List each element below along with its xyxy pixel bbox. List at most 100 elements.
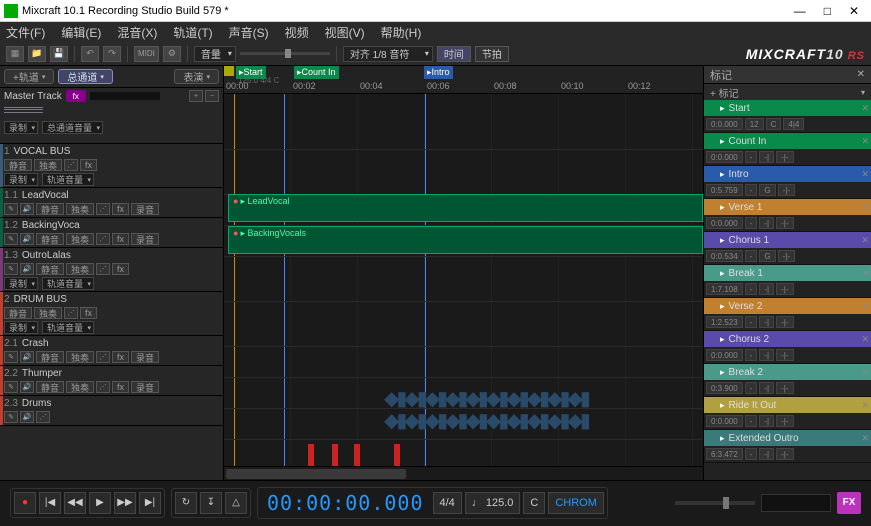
track-edit-icon[interactable]: ✎: [4, 233, 18, 245]
key-field[interactable]: C: [523, 492, 545, 514]
track-mute-button[interactable]: 静音: [4, 159, 32, 171]
marker-field-2[interactable]: C: [766, 118, 782, 130]
clip-leadvocal[interactable]: ●▸ LeadVocal: [228, 194, 703, 222]
marker-field-3[interactable]: -|-: [776, 151, 793, 163]
track-1.1[interactable]: 1.1LeadVocal✎🔊静音独奏⋰fx录音: [0, 188, 223, 218]
track-1[interactable]: 1VOCAL BUS静音独奏⋰fx录制轨道音量: [0, 144, 223, 188]
menu-edit[interactable]: 编辑(E): [61, 24, 101, 41]
track-fx-button[interactable]: fx: [112, 233, 129, 245]
track-solo-button[interactable]: 独奏: [66, 351, 94, 363]
audio-waveform[interactable]: ◆▮◆▮◆▮◆▮◆▮◆▮◆▮◆▮◆▮◆▮: [384, 386, 703, 408]
scrollbar-thumb[interactable]: [226, 469, 406, 479]
track-automation-icon[interactable]: ⋰: [96, 233, 110, 245]
marker-verse-1[interactable]: ▸Verse 1✕0:0.000--|-|-: [704, 199, 871, 232]
track-fx-button[interactable]: fx: [112, 203, 129, 215]
track-fx-button[interactable]: fx: [66, 90, 86, 102]
track-edit-icon[interactable]: ✎: [4, 351, 18, 363]
timeline-lane[interactable]: [224, 151, 703, 195]
bus-select[interactable]: 总通道: [58, 69, 113, 84]
marker-field-3[interactable]: -|-: [778, 184, 795, 196]
track-speaker-icon[interactable]: 🔊: [20, 411, 34, 423]
track-solo-button[interactable]: 独奏: [34, 159, 62, 171]
volume-select[interactable]: 音量: [194, 46, 236, 62]
master-slider[interactable]: [675, 501, 755, 505]
play-button[interactable]: ▶: [89, 492, 111, 514]
snap-select[interactable]: 对齐 1/8 音符: [343, 46, 433, 62]
midi-note[interactable]: [394, 444, 400, 466]
track-master[interactable]: +−Master Trackfx𝄘𝄘𝄘𝄘录制总通道音量: [0, 88, 223, 144]
audio-waveform[interactable]: ◆▮◆▮◆▮◆▮◆▮◆▮◆▮◆▮◆▮◆▮: [384, 408, 703, 430]
marker-delete-icon[interactable]: ✕: [861, 169, 869, 180]
marker-delete-icon[interactable]: ✕: [861, 334, 869, 345]
marker-extended-outro[interactable]: ▸Extended Outro✕6:3.472--|-|-: [704, 430, 871, 463]
punch-in-button[interactable]: ↧: [200, 492, 222, 514]
marker-field-0[interactable]: 0:5.759: [706, 184, 743, 196]
add-marker-button[interactable]: + 标记: [710, 85, 739, 100]
track-fx-button[interactable]: fx: [112, 263, 129, 275]
menu-view[interactable]: 视图(V): [325, 24, 365, 41]
timeline-lane[interactable]: [224, 94, 703, 150]
track-routing-select[interactable]: 轨道音量: [42, 173, 94, 186]
redo-icon[interactable]: ↷: [103, 46, 121, 62]
save-icon[interactable]: 💾: [50, 46, 68, 62]
master-fx-button[interactable]: FX: [837, 492, 861, 514]
marker-field-2[interactable]: -|: [759, 217, 774, 229]
marker-field-2[interactable]: -|: [759, 151, 774, 163]
track-automation-icon[interactable]: ⋰: [96, 263, 110, 275]
track-arm-button[interactable]: 录音: [131, 381, 159, 393]
marker-delete-icon[interactable]: ✕: [861, 103, 869, 114]
track-speaker-icon[interactable]: 🔊: [20, 203, 34, 215]
track-speaker-icon[interactable]: 🔊: [20, 351, 34, 363]
marker-delete-icon[interactable]: ✕: [861, 433, 869, 444]
marker-field-2[interactable]: -|: [759, 415, 774, 427]
track-rec-select[interactable]: 录制: [4, 321, 38, 334]
track-arm-button[interactable]: 录音: [131, 233, 159, 245]
track-solo-button[interactable]: 独奏: [66, 233, 94, 245]
clip-backingvocals[interactable]: ●▸ BackingVocals: [228, 226, 703, 254]
add-track-button[interactable]: +轨道: [4, 69, 54, 84]
track-arm-button[interactable]: 录音: [131, 351, 159, 363]
window-maximize-button[interactable]: □: [824, 4, 831, 18]
track-automation-icon[interactable]: ⋰: [96, 203, 110, 215]
settings-icon[interactable]: ⚙: [163, 46, 181, 62]
marker-field-3[interactable]: -|-: [776, 382, 793, 394]
beat-mode-button[interactable]: 节拍: [475, 46, 509, 62]
markers-close-icon[interactable]: ✕: [857, 69, 865, 80]
marker-field-0[interactable]: 1:7.108: [706, 283, 743, 295]
marker-field-3[interactable]: -|-: [776, 283, 793, 295]
ruler-flag-intro[interactable]: ▸Intro: [424, 66, 453, 79]
window-minimize-button[interactable]: —: [794, 4, 806, 18]
marker-field-2[interactable]: G: [759, 250, 775, 262]
midi-settings-icon[interactable]: MIDI: [134, 46, 159, 62]
marker-field-1[interactable]: -: [745, 415, 758, 427]
track-mute-button[interactable]: 静音: [4, 307, 32, 319]
marker-count-in[interactable]: ▸Count In✕0:0.000--|-|-: [704, 133, 871, 166]
rewind-start-button[interactable]: |◀: [39, 492, 61, 514]
track-fx-button[interactable]: fx: [112, 381, 129, 393]
midi-note[interactable]: [308, 444, 314, 466]
marker-field-0[interactable]: 0:0.534: [706, 250, 743, 262]
track-automation-icon[interactable]: ⋰: [96, 381, 110, 393]
marker-field-0[interactable]: 6:3.472: [706, 448, 743, 460]
marker-field-2[interactable]: -|: [759, 349, 774, 361]
forward-button[interactable]: ▶▶: [114, 492, 136, 514]
marker-field-1[interactable]: -: [745, 283, 758, 295]
marker-field-3[interactable]: -|-: [776, 448, 793, 460]
track-1.3[interactable]: 1.3OutroLalas✎🔊静音独奏⋰fx录制轨道音量: [0, 248, 223, 292]
perform-button[interactable]: 表演: [174, 69, 219, 84]
chrom-button[interactable]: CHROM: [548, 492, 604, 514]
marker-break-1[interactable]: ▸Break 1✕1:7.108--|-|-: [704, 265, 871, 298]
marker-delete-icon[interactable]: ✕: [861, 367, 869, 378]
track-2.2[interactable]: 2.2Thumper✎🔊静音独奏⋰fx录音: [0, 366, 223, 396]
marker-delete-icon[interactable]: ✕: [861, 202, 869, 213]
marker-field-3[interactable]: -|-: [776, 316, 793, 328]
track-arm-button[interactable]: 录音: [131, 203, 159, 215]
marker-delete-icon[interactable]: ✕: [861, 400, 869, 411]
track-solo-button[interactable]: 独奏: [66, 203, 94, 215]
marker-field-1[interactable]: -: [745, 448, 758, 460]
track-solo-button[interactable]: 独奏: [34, 307, 62, 319]
marker-verse-2[interactable]: ▸Verse 2✕1:2.523--|-|-: [704, 298, 871, 331]
marker-chorus-2[interactable]: ▸Chorus 2✕0:0.000--|-|-: [704, 331, 871, 364]
menu-help[interactable]: 帮助(H): [381, 24, 422, 41]
marker-field-1[interactable]: 12: [745, 118, 764, 130]
